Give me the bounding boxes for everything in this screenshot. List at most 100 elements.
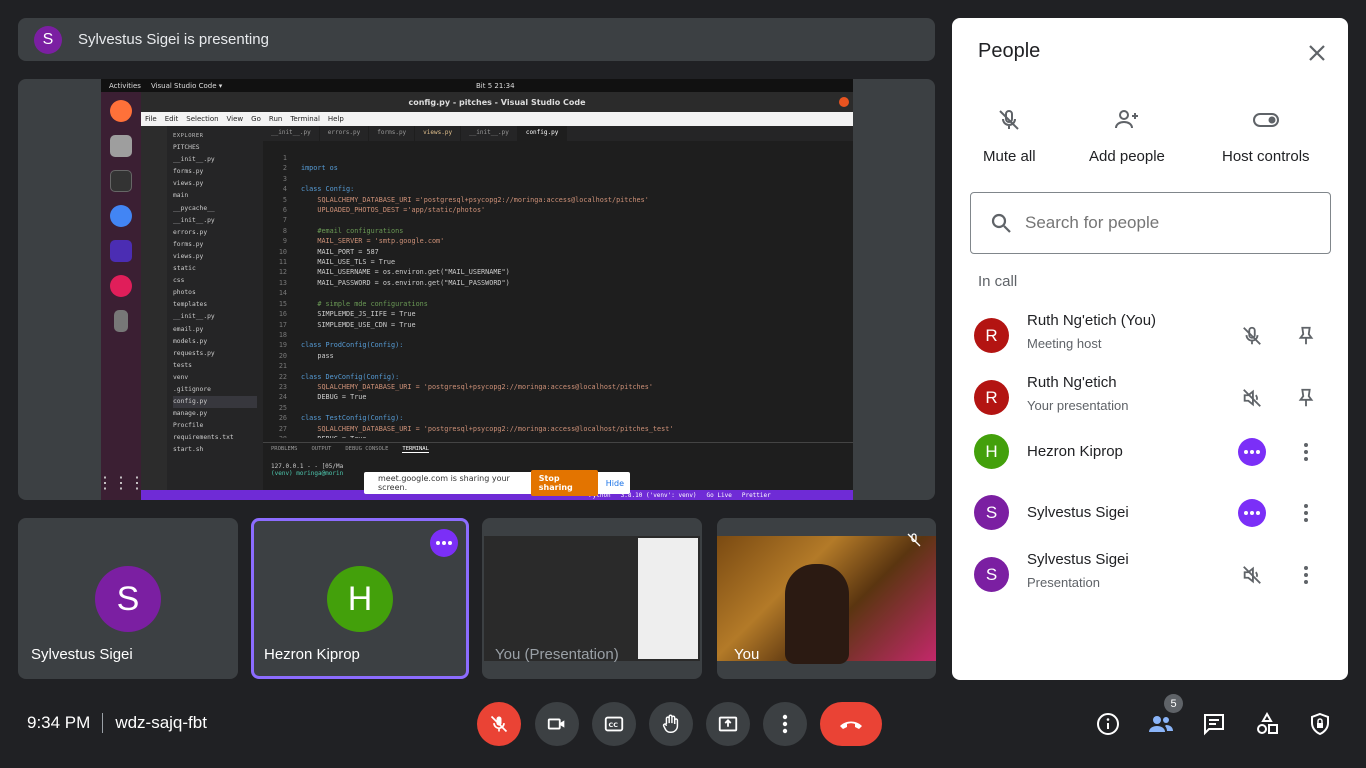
host-controls-button[interactable]: [1304, 708, 1336, 740]
mic-off-icon: [490, 715, 508, 733]
participant-tile-speaking[interactable]: H Hezron Kiprop: [251, 518, 469, 679]
terminal-tab: PROBLEMS: [271, 446, 298, 452]
host-controls-label: Host controls: [1222, 148, 1310, 165]
code-line: 22 class DevConfig(Config):: [278, 372, 400, 381]
info-icon: [1097, 713, 1119, 735]
volume-off-icon[interactable]: [1238, 384, 1266, 412]
presenter-avatar: S: [34, 25, 62, 54]
captions-button[interactable]: CC: [592, 702, 636, 746]
presentation-tile[interactable]: You (Presentation): [482, 518, 702, 679]
pin-icon[interactable]: [1292, 384, 1320, 412]
participant-tile[interactable]: S Sylvestus Sigei: [18, 518, 238, 679]
pin-icon[interactable]: [1292, 322, 1320, 350]
code-view: 1 2 import os 3 4 class Config: 5 SQLALCHEMY_D…: [263, 141, 853, 438]
terminal-tab: DEBUG CONSOLE: [345, 446, 389, 452]
participant-row-name: Ruth Ng'etich: [1027, 374, 1117, 391]
add-people-label: Add people: [1089, 148, 1165, 165]
activities-button[interactable]: [1251, 708, 1283, 740]
speaking-indicator-icon: [430, 529, 458, 557]
camera-toggle-button[interactable]: [535, 702, 579, 746]
participant-avatar: S: [95, 566, 161, 632]
host-controls-toggle[interactable]: Host controls: [1222, 108, 1310, 165]
code-line: 12 MAIL_USERNAME = os.environ.get("MAIL_…: [278, 268, 510, 277]
code-line: 24 DEBUG = True: [278, 393, 367, 402]
status-item: Prettier: [741, 491, 771, 499]
avatar: S: [974, 495, 1009, 530]
explorer-item: config.py: [173, 396, 257, 409]
menu-item: Help: [327, 115, 344, 123]
captions-icon: CC: [604, 716, 624, 732]
close-icon[interactable]: [1306, 42, 1328, 64]
volume-off-icon[interactable]: [1238, 561, 1266, 589]
chat-button[interactable]: [1198, 708, 1230, 740]
terminal-tab: OUTPUT: [311, 446, 332, 452]
files-icon: [110, 135, 132, 157]
in-call-heading: In call: [978, 273, 1018, 290]
participant-row-name: Sylvestus Sigei: [1027, 551, 1129, 568]
explorer-item: __init__.py: [173, 156, 215, 164]
speaking-indicator-icon: [1238, 499, 1266, 527]
menu-item: File: [145, 115, 157, 123]
more-vert-icon[interactable]: [1292, 561, 1320, 589]
speaking-indicator-icon: [1238, 438, 1266, 466]
terminal-line: 127.0.0.1 - - [05/Ma: [271, 463, 344, 470]
participant-name: Hezron Kiprop: [264, 646, 360, 663]
more-vert-icon[interactable]: [1292, 438, 1320, 466]
participant-row[interactable]: R Ruth Ng'etich (You) Meeting host: [974, 310, 1334, 360]
shapes-icon: [1257, 712, 1278, 734]
camera-feed: [717, 536, 936, 664]
menu-item: Selection: [186, 115, 219, 123]
main-stage[interactable]: Activities Visual Studio Code ▾ Bit 5 21…: [18, 79, 935, 500]
explorer-item: css: [173, 277, 185, 285]
mic-off-icon[interactable]: [1238, 322, 1266, 350]
participant-row[interactable]: S Sylvestus Sigei Presentation: [974, 549, 1334, 599]
hand-icon: [662, 714, 679, 733]
participant-row[interactable]: R Ruth Ng'etich Your presentation: [974, 372, 1334, 422]
add-people-button[interactable]: Add people: [1089, 108, 1165, 165]
explorer-item: email.py: [173, 325, 204, 333]
menu-item: View: [226, 115, 244, 123]
code-line: 18: [278, 330, 287, 339]
search-input[interactable]: [1025, 213, 1305, 233]
mute-all-button[interactable]: Mute all: [983, 108, 1036, 165]
participant-row-name: Hezron Kiprop: [1027, 443, 1123, 460]
participant-row[interactable]: H Hezron Kiprop: [974, 426, 1334, 476]
editor-tab: views.py: [415, 126, 462, 141]
participant-row[interactable]: S Sylvestus Sigei: [974, 487, 1334, 537]
more-vert-icon[interactable]: [1292, 499, 1320, 527]
presenting-banner: S Sylvestus Sigei is presenting: [18, 18, 935, 61]
explorer-item: PITCHES: [173, 144, 200, 152]
self-video-tile[interactable]: You: [717, 518, 936, 679]
code-line: 1: [282, 154, 287, 162]
panel-title: People: [978, 40, 1041, 62]
share-bar-text: meet.google.com is sharing your screen.: [378, 474, 510, 492]
raise-hand-button[interactable]: [649, 702, 693, 746]
participant-avatar: H: [327, 566, 393, 632]
trash-icon: [114, 310, 128, 332]
terminal-icon: [110, 170, 132, 192]
code-line: 27 SQLALCHEMY_DATABASE_URI = 'postgresql…: [278, 424, 674, 433]
camera-icon: [547, 718, 565, 730]
code-line: 19 class ProdConfig(Config):: [278, 341, 404, 350]
code-line: 5 SQLALCHEMY_DATABASE_URI ='postgresql+p…: [282, 195, 649, 204]
editor-tab: errors.py: [320, 126, 370, 141]
end-call-icon: [840, 721, 862, 729]
mic-toggle-button[interactable]: [477, 702, 521, 746]
editor-tab: __init__.py: [263, 126, 320, 141]
shield-lock-icon: [1311, 712, 1329, 736]
search-box[interactable]: [970, 192, 1331, 254]
more-options-button[interactable]: [763, 702, 807, 746]
present-screen-button[interactable]: [706, 702, 750, 746]
status-item: Go Live: [706, 491, 732, 499]
explorer-item: photos: [173, 289, 196, 297]
editor-area: __init__.py errors.py forms.py views.py …: [263, 126, 853, 490]
meeting-details-button[interactable]: [1092, 708, 1124, 740]
code-line: 28 DEBUG = True: [263, 434, 853, 438]
vscode-menu: File Edit Selection View Go Run Terminal…: [141, 112, 853, 126]
hide-button: Hide: [605, 478, 624, 488]
leave-call-button[interactable]: [820, 702, 882, 746]
menu-item: Run: [268, 115, 283, 123]
people-icon: [1149, 716, 1173, 732]
code-line: 25: [278, 403, 287, 412]
meeting-code: wdz-sajq-fbt: [115, 713, 207, 732]
